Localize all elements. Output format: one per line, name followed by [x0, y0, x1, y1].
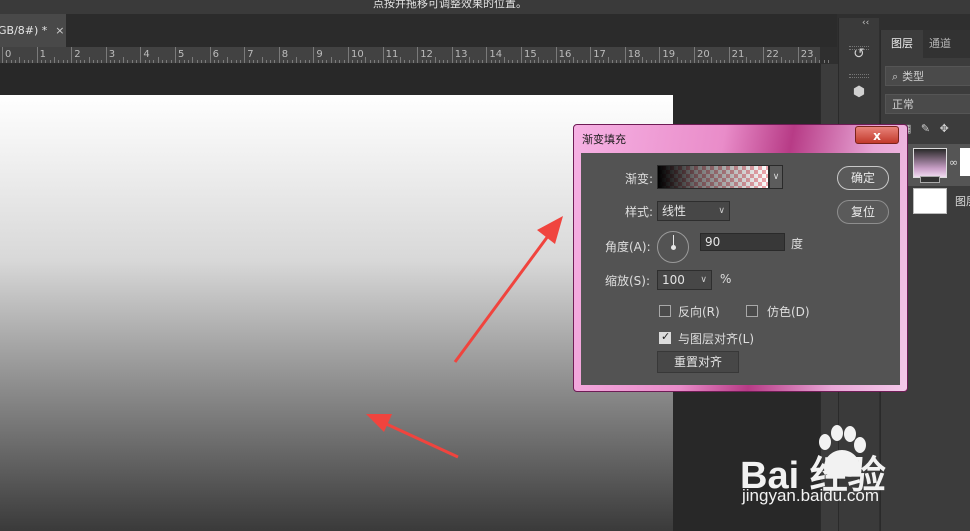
- ok-button[interactable]: 确定: [837, 166, 889, 190]
- tab-layers[interactable]: 图层: [881, 30, 923, 58]
- angle-label: 角度(A):: [605, 240, 651, 254]
- history-icon[interactable]: ↺: [849, 44, 869, 64]
- angle-input[interactable]: 90: [700, 233, 785, 251]
- move-icon[interactable]: ✥: [940, 122, 949, 135]
- style-select[interactable]: 线性 ∨: [657, 201, 730, 221]
- gradient-swatch[interactable]: [657, 165, 769, 189]
- angle-unit: 度: [791, 237, 804, 251]
- layer-filter-select[interactable]: ⌕ 类型: [885, 66, 970, 86]
- layer-thumbnail: [913, 188, 947, 214]
- brush-icon[interactable]: ✎: [921, 122, 930, 135]
- align-with-layer-label: 与图层对齐(L): [678, 332, 755, 346]
- dither-checkbox[interactable]: [746, 305, 758, 317]
- style-value: 线性: [662, 204, 687, 218]
- dialog-body: 渐变: ∨ 确定 复位 样式: 线性 ∨ 角度(A): 90 度 缩放(S): 1…: [581, 153, 900, 385]
- scale-label: 缩放(S):: [605, 274, 651, 288]
- chevron-down-icon: ∨: [718, 206, 725, 216]
- reset-button[interactable]: 复位: [837, 200, 889, 224]
- 3d-cube-icon[interactable]: ⬢: [849, 82, 869, 102]
- collapse-panels-icon[interactable]: ‹‹: [862, 18, 869, 28]
- tab-channels[interactable]: 通道: [929, 30, 951, 58]
- strip-grip[interactable]: [849, 74, 869, 78]
- dialog-close-button[interactable]: x: [855, 126, 899, 144]
- filter-label: 类型: [902, 70, 925, 83]
- realign-button[interactable]: 重置对齐: [657, 351, 739, 373]
- link-chain-icon[interactable]: ∞: [949, 156, 958, 169]
- dither-label: 仿色(D): [767, 305, 810, 319]
- scale-select[interactable]: 100 ∨: [657, 270, 712, 290]
- scale-value: 100: [662, 273, 685, 287]
- search-icon: ⌕: [892, 70, 899, 83]
- align-with-layer-checkbox[interactable]: ✓: [659, 330, 671, 344]
- arrow-to-canvas: [366, 414, 459, 459]
- dialog-title: 渐变填充: [582, 133, 626, 146]
- layer-mask-thumbnail[interactable]: [960, 148, 970, 176]
- chevron-down-icon[interactable]: ∨: [769, 165, 783, 189]
- layer-name: 图层: [955, 195, 970, 208]
- blend-mode-select[interactable]: 正常: [885, 94, 970, 114]
- panel-tabs: 图层 通道: [881, 30, 970, 58]
- gradient-fill-dialog: 渐变填充 x 渐变: ∨ 确定 复位 样式: 线性 ∨ 角度(A): 90 度 缩…: [573, 124, 908, 392]
- lock-icons-row: ▦ ✎ ✥: [901, 122, 949, 135]
- arrow-to-dialog: [453, 216, 563, 363]
- reverse-label: 反向(R): [678, 305, 720, 319]
- watermark-url: jingyan.baidu.com: [742, 486, 880, 505]
- style-label: 样式:: [625, 205, 654, 219]
- angle-dial-center: [671, 245, 676, 250]
- gradient-label: 渐变:: [625, 172, 654, 186]
- reverse-checkbox[interactable]: [659, 305, 671, 317]
- chevron-down-icon: ∨: [700, 275, 707, 285]
- baidu-watermark: Bai 经验 jingyan.baidu.com: [740, 422, 930, 512]
- scale-unit: %: [720, 272, 732, 286]
- angle-dial[interactable]: [657, 231, 689, 263]
- gradient-fill-thumbnail[interactable]: [913, 148, 947, 183]
- checkmark-icon: ✓: [661, 330, 671, 343]
